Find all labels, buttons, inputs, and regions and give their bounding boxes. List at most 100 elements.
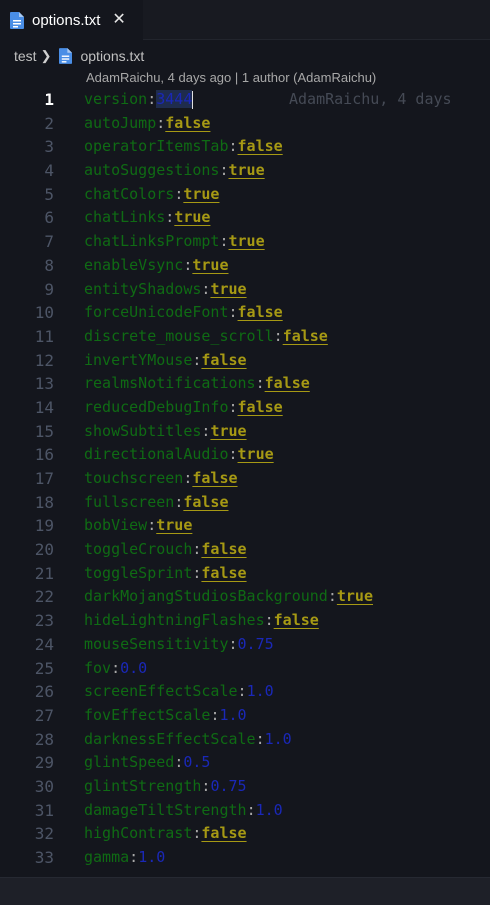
separator: :	[327, 587, 337, 606]
code-line[interactable]: 7 chatLinksPrompt:true	[0, 230, 490, 254]
code-line[interactable]: 1 version:3444 AdamRaichu, 4 days	[0, 88, 490, 112]
code-text[interactable]: forceUnicodeFont:false	[84, 301, 283, 325]
option-key: operatorItemsTab	[84, 137, 229, 156]
separator: :	[219, 161, 229, 180]
option-key: chatLinksPrompt	[84, 232, 220, 251]
code-text[interactable]: darknessEffectScale:1.0	[84, 728, 292, 752]
code-text[interactable]: highContrast:false	[84, 822, 247, 846]
code-text[interactable]: damageTiltStrength:1.0	[84, 799, 283, 823]
option-key: glintStrength	[84, 776, 202, 795]
code-line[interactable]: 17 touchscreen:false	[0, 467, 490, 491]
option-value: true	[228, 232, 265, 251]
code-text[interactable]: toggleSprint:false	[84, 562, 247, 586]
code-text[interactable]: darkMojangStudiosBackground:true	[84, 585, 373, 609]
code-line[interactable]: 12 invertYMouse:false	[0, 349, 490, 373]
option-key: fovEffectScale	[84, 705, 211, 724]
code-text[interactable]: chatColors:true	[84, 183, 219, 207]
code-line[interactable]: 11 discrete_mouse_scroll:false	[0, 325, 490, 349]
code-line[interactable]: 16 directionalAudio:true	[0, 443, 490, 467]
code-line[interactable]: 9 entityShadows:true	[0, 278, 490, 302]
code-line[interactable]: 31 damageTiltStrength:1.0	[0, 799, 490, 823]
code-line[interactable]: 5 chatColors:true	[0, 183, 490, 207]
option-value: 1.0	[219, 705, 247, 724]
tab-options-txt[interactable]: options.txt ✕	[0, 0, 143, 40]
code-line[interactable]: 32 highContrast:false	[0, 822, 490, 846]
code-line[interactable]: 3 operatorItemsTab:false	[0, 135, 490, 159]
code-text[interactable]: fovEffectScale:1.0	[84, 704, 247, 728]
code-line[interactable]: 10 forceUnicodeFont:false	[0, 301, 490, 325]
breadcrumb-file[interactable]: options.txt	[80, 48, 144, 64]
code-line[interactable]: 24 mouseSensitivity:0.75	[0, 633, 490, 657]
code-text[interactable]: fullscreen:false	[84, 491, 229, 515]
code-text[interactable]: chatLinksPrompt:true	[84, 230, 265, 254]
option-key: reducedDebugInfo	[84, 397, 229, 416]
code-line[interactable]: 18 fullscreen:false	[0, 491, 490, 515]
blame-codelens[interactable]: AdamRaichu, 4 days ago | 1 author (AdamR…	[86, 70, 376, 85]
code-line[interactable]: 6 chatLinks:true	[0, 206, 490, 230]
option-key: autoJump	[84, 113, 157, 132]
option-key: glintSpeed	[84, 753, 175, 772]
code-text[interactable]: directionalAudio:true	[84, 443, 274, 467]
code-text[interactable]: autoSuggestions:true	[84, 159, 265, 183]
code-text[interactable]: version:3444	[84, 88, 194, 112]
code-text[interactable]: bobView:true	[84, 514, 192, 538]
option-value: 1.0	[246, 682, 274, 701]
code-line[interactable]: 14 reducedDebugInfo:false	[0, 396, 490, 420]
code-line[interactable]: 8 enableVsync:true	[0, 254, 490, 278]
code-text[interactable]: enableVsync:true	[84, 254, 229, 278]
line-number: 12	[34, 350, 54, 370]
separator: :	[246, 800, 256, 819]
code-line[interactable]: 27 fovEffectScale:1.0	[0, 704, 490, 728]
code-text[interactable]: toggleCrouch:false	[84, 538, 247, 562]
code-text[interactable]: realmsNotifications:false	[84, 372, 310, 396]
line-number: 2	[44, 113, 54, 133]
code-text[interactable]: autoJump:false	[84, 112, 210, 136]
code-text[interactable]: mouseSensitivity:0.75	[84, 633, 274, 657]
file-icon	[10, 11, 24, 29]
code-text[interactable]: discrete_mouse_scroll:false	[84, 325, 328, 349]
code-text[interactable]: invertYMouse:false	[84, 349, 247, 373]
line-number: 29	[34, 753, 54, 773]
code-line[interactable]: 4 autoSuggestions:true	[0, 159, 490, 183]
code-line[interactable]: 30 glintStrength:0.75	[0, 775, 490, 799]
code-line[interactable]: 20 toggleCrouch:false	[0, 538, 490, 562]
line-number: 13	[34, 374, 54, 394]
code-line[interactable]: 13 realmsNotifications:false	[0, 372, 490, 396]
code-line[interactable]: 33 gamma:1.0	[0, 846, 490, 870]
code-text[interactable]: reducedDebugInfo:false	[84, 396, 283, 420]
code-text[interactable]: glintSpeed:0.5	[84, 751, 210, 775]
chevron-right-icon: ❯	[40, 48, 52, 63]
option-key: autoSuggestions	[84, 161, 220, 180]
code-line[interactable]: 29 glintSpeed:0.5	[0, 751, 490, 775]
code-line[interactable]: 21 toggleSprint:false	[0, 562, 490, 586]
code-line[interactable]: 19 bobView:true	[0, 514, 490, 538]
code-text[interactable]: fov:0.0	[84, 657, 147, 681]
option-value: true	[210, 279, 247, 298]
option-key: damageTiltStrength	[84, 800, 247, 819]
code-text[interactable]: touchscreen:false	[84, 467, 238, 491]
line-number: 23	[34, 611, 54, 631]
code-line[interactable]: 2 autoJump:false	[0, 112, 490, 136]
code-line[interactable]: 15 showSubtitles:true	[0, 420, 490, 444]
option-key: directionalAudio	[84, 445, 229, 464]
code-line[interactable]: 25 fov:0.0	[0, 657, 490, 681]
option-key: hideLightningFlashes	[84, 611, 265, 630]
code-editor[interactable]: 1 version:3444 AdamRaichu, 4 days 2 autoJump…	[0, 88, 490, 876]
code-text[interactable]: glintStrength:0.75	[84, 775, 247, 799]
separator: :	[129, 848, 139, 866]
line-number: 25	[34, 658, 54, 678]
code-text[interactable]: showSubtitles:true	[84, 420, 247, 444]
code-line[interactable]: 23 hideLightningFlashes:false	[0, 609, 490, 633]
code-text[interactable]: screenEffectScale:1.0	[84, 680, 274, 704]
option-key: invertYMouse	[84, 350, 193, 369]
code-text[interactable]: operatorItemsTab:false	[84, 135, 283, 159]
code-line[interactable]: 26 screenEffectScale:1.0	[0, 680, 490, 704]
code-text[interactable]: entityShadows:true	[84, 278, 247, 302]
code-line[interactable]: 28 darknessEffectScale:1.0	[0, 728, 490, 752]
code-text[interactable]: gamma:1.0	[84, 846, 165, 870]
breadcrumb-folder[interactable]: test	[14, 48, 37, 64]
code-line[interactable]: 22 darkMojangStudiosBackground:true	[0, 585, 490, 609]
code-text[interactable]: hideLightningFlashes:false	[84, 609, 319, 633]
code-text[interactable]: chatLinks:true	[84, 206, 210, 230]
close-icon[interactable]: ✕	[112, 12, 125, 28]
